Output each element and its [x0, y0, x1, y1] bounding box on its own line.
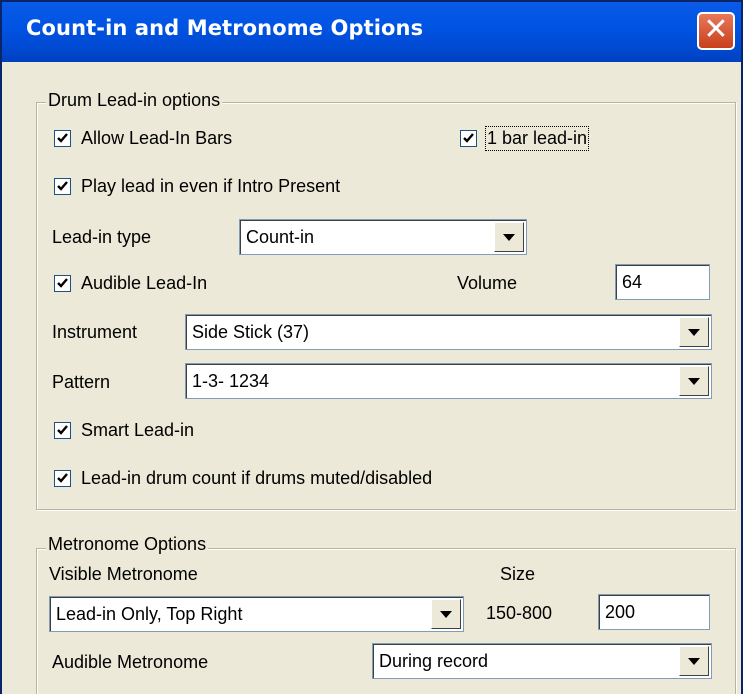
size-input[interactable]: 200 [598, 594, 710, 630]
allow-lead-in-bars-label: Allow Lead-In Bars [81, 128, 233, 148]
audible-lead-in-checkbox[interactable]: Audible Lead-In [54, 273, 207, 294]
pattern-label: Pattern [52, 372, 111, 392]
chevron-down-icon[interactable] [679, 366, 709, 396]
one-bar-lead-in-label: 1 bar lead-in [484, 126, 590, 151]
volume-label: Volume [457, 273, 518, 293]
drum-count-muted-label: Lead-in drum count if drums muted/disabl… [81, 468, 433, 488]
audible-metronome-select[interactable]: During record [372, 643, 712, 679]
audible-metronome-value: During record [379, 651, 489, 671]
size-range-label: 150-800 [486, 603, 553, 623]
lead-in-type-value: Count-in [246, 227, 315, 247]
close-button[interactable]: ✕ [697, 12, 735, 50]
title-bar[interactable]: Count-in and Metronome Options ✕ [2, 2, 741, 62]
checkbox-box[interactable] [54, 178, 71, 195]
dialog-window: Count-in and Metronome Options ✕ Drum Le… [0, 0, 743, 694]
volume-input[interactable]: 64 [615, 264, 710, 300]
instrument-label: Instrument [52, 322, 138, 342]
checkbox-box[interactable] [54, 275, 71, 292]
play-lead-in-intro-label: Play lead in even if Intro Present [81, 176, 341, 196]
drum-lead-in-group [36, 102, 736, 510]
smart-lead-in-checkbox[interactable]: Smart Lead-in [54, 420, 194, 441]
play-lead-in-intro-checkbox[interactable]: Play lead in even if Intro Present [54, 176, 340, 197]
smart-lead-in-label: Smart Lead-in [81, 420, 195, 440]
pattern-value: 1-3- 1234 [192, 371, 270, 391]
size-label: Size [500, 564, 536, 584]
visible-metronome-select[interactable]: Lead-in Only, Top Right [49, 596, 464, 632]
instrument-value: Side Stick (37) [192, 322, 310, 342]
visible-metronome-value: Lead-in Only, Top Right [56, 604, 243, 624]
lead-in-type-label: Lead-in type [52, 227, 152, 247]
audible-metronome-label: Audible Metronome [52, 652, 209, 672]
lead-in-type-select[interactable]: Count-in [239, 219, 527, 255]
allow-lead-in-bars-checkbox[interactable]: Allow Lead-In Bars [54, 128, 232, 149]
chevron-down-icon[interactable] [679, 317, 709, 347]
pattern-select[interactable]: 1-3- 1234 [185, 363, 712, 399]
dialog-title: Count-in and Metronome Options [26, 16, 424, 40]
chevron-down-icon[interactable] [431, 599, 461, 629]
checkbox-box[interactable] [54, 422, 71, 439]
chevron-down-icon[interactable] [679, 646, 709, 676]
checkbox-box[interactable] [54, 130, 71, 147]
chevron-down-icon[interactable] [494, 222, 524, 252]
size-value: 200 [605, 602, 636, 622]
visible-metronome-label: Visible Metronome [49, 564, 198, 584]
instrument-select[interactable]: Side Stick (37) [185, 314, 712, 350]
one-bar-lead-in-checkbox[interactable]: 1 bar lead-in [460, 126, 590, 151]
audible-lead-in-label: Audible Lead-In [81, 273, 208, 293]
checkbox-box[interactable] [460, 130, 477, 147]
checkbox-box[interactable] [54, 470, 71, 487]
volume-value: 64 [622, 272, 643, 292]
metronome-group-title: Metronome Options [46, 534, 209, 555]
drum-count-muted-checkbox[interactable]: Lead-in drum count if drums muted/disabl… [54, 468, 432, 489]
drum-lead-in-group-title: Drum Lead-in options [46, 90, 223, 111]
